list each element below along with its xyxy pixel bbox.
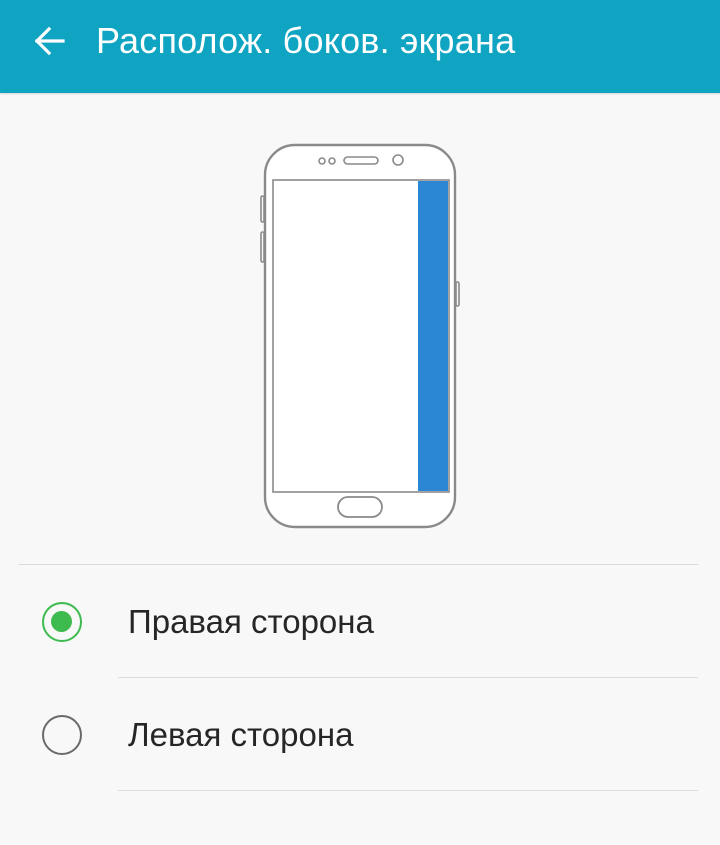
phone-volume-button [260, 195, 265, 223]
option-divider [118, 677, 698, 678]
phone-volume-button [260, 231, 265, 263]
option-right-side[interactable]: Правая сторона [0, 566, 720, 678]
radio-button-checked[interactable] [42, 602, 82, 642]
arrow-left-icon [34, 26, 65, 56]
phone-power-button [455, 281, 460, 307]
option-label-left-side: Левая сторона [128, 716, 354, 753]
option-label-right-side: Правая сторона [128, 603, 374, 640]
edge-screen-position-screen: Располож. боков. экрана Правая сторона Л… [0, 0, 720, 845]
phone-edge-panel-icon [260, 143, 460, 529]
page-title: Располож. боков. экрана [96, 20, 516, 61]
radio-button-unchecked[interactable] [42, 715, 82, 755]
app-bar: Располож. боков. экрана [0, 0, 720, 93]
edge-panel-highlight [418, 181, 448, 491]
back-button[interactable] [22, 17, 78, 65]
option-divider [118, 790, 698, 791]
option-left-side[interactable]: Левая сторона [0, 679, 720, 791]
section-divider [18, 564, 698, 565]
